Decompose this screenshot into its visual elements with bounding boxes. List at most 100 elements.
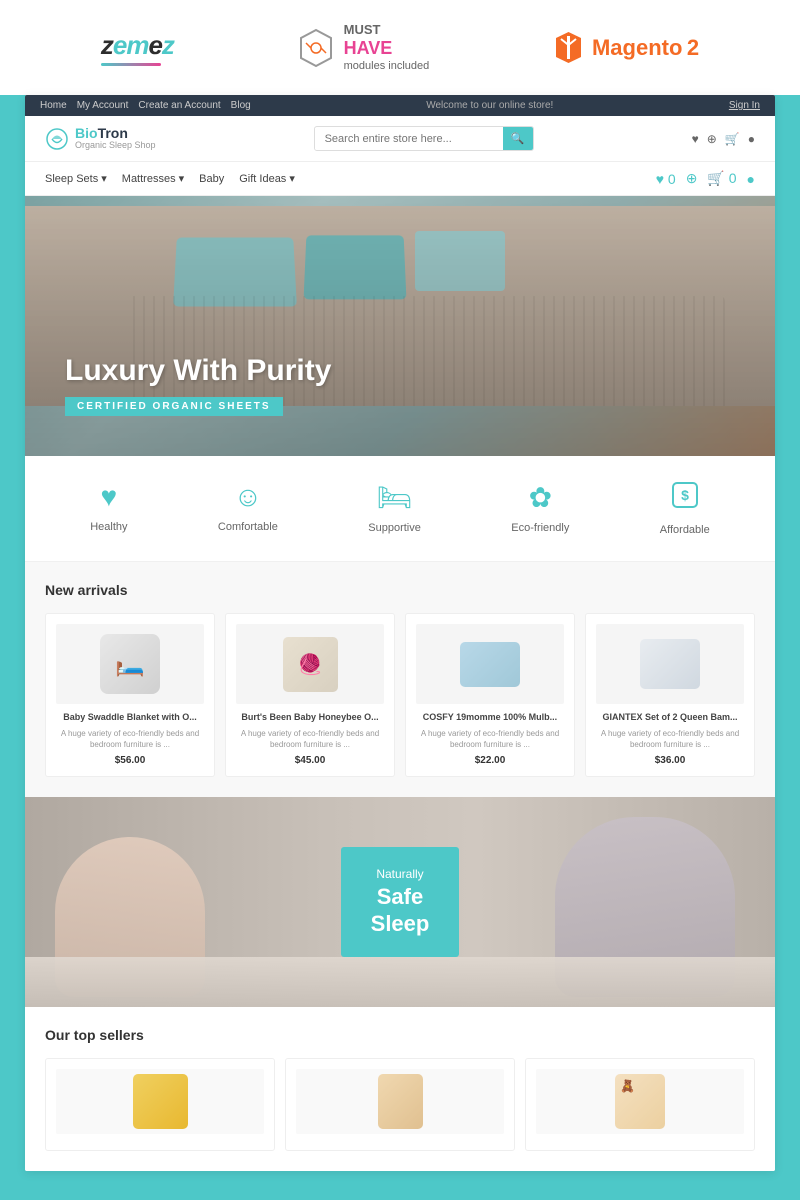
top-seller-2[interactable] [285, 1058, 515, 1151]
nav-my-account[interactable]: My Account [77, 100, 129, 111]
must-label: MUST [344, 22, 430, 38]
top-sellers-title: Our top sellers [45, 1027, 755, 1043]
top-seller-image-2 [296, 1069, 504, 1134]
hexagon-icon [296, 28, 336, 68]
must-have-badge: MUST HAVE modules included [296, 22, 430, 72]
feature-comfortable: ☺ Comfortable [218, 481, 278, 536]
feature-affordable-label: Affordable [660, 524, 710, 536]
top-sellers-section: Our top sellers [25, 1007, 775, 1171]
have-label: HAVE [344, 38, 430, 60]
nav-gift-ideas[interactable]: Gift Ideas ▾ [239, 172, 295, 185]
top-seller-image-1 [56, 1069, 264, 1134]
honeybee-image: 🧶 [283, 637, 338, 692]
feature-affordable: $ Affordable [660, 481, 710, 536]
sleep-text: Sleep [371, 911, 430, 936]
product-desc-3: A huge variety of eco-friendly beds and … [416, 728, 564, 750]
product-card-3[interactable]: COSFY 19momme 100% Mulb... A huge variet… [405, 613, 575, 777]
store-header: BioTron Organic Sleep Shop 🔍 ♥ ⊕ 🛒 ● [25, 116, 775, 162]
store-logo: BioTron Organic Sleep Shop [45, 126, 156, 151]
logo-sub: Organic Sleep Shop [75, 141, 156, 151]
toddler-product-image [378, 1074, 423, 1129]
flower-icon: ✿ [529, 481, 552, 514]
nav-mattresses[interactable]: Mattresses ▾ [122, 172, 184, 185]
comforter-image [640, 639, 700, 689]
nav-create-account[interactable]: Create an Account [138, 100, 220, 111]
store-container: Home My Account Create an Account Blog W… [25, 95, 775, 1171]
svg-text:$: $ [681, 487, 689, 503]
logo-name: BioTron [75, 126, 156, 141]
product-image-2: 🧶 [236, 624, 384, 704]
top-seller-image-3 [536, 1069, 744, 1134]
smile-icon: ☺ [234, 481, 263, 513]
nav-blog[interactable]: Blog [231, 100, 251, 111]
cart-icon[interactable]: 🛒 [725, 132, 740, 146]
heart-icon: ♥ [101, 481, 118, 513]
logo-icon [45, 127, 69, 151]
product-card-4[interactable]: GIANTEX Set of 2 Queen Bam... A huge var… [585, 613, 755, 777]
top-seller-3[interactable] [525, 1058, 755, 1151]
compare-icon[interactable]: ⊕ [707, 132, 717, 146]
product-image-3 [416, 624, 564, 704]
new-arrivals-title: New arrivals [45, 582, 755, 598]
top-nav-links: Home My Account Create an Account Blog [40, 100, 251, 111]
product-name-3: COSFY 19momme 100% Mulb... [416, 712, 564, 724]
zemes-underline [101, 63, 161, 66]
product-price-2: $45.00 [236, 755, 384, 766]
toddler2-product-image [615, 1074, 665, 1129]
nav-cart-icon[interactable]: 🛒 0 [707, 170, 736, 187]
logo-tron: Tron [98, 125, 128, 141]
safe-sleep-banner: Naturally Safe Sleep [25, 797, 775, 1007]
bed-icon: 🛏 [377, 481, 413, 514]
logo-bio: Bio [75, 125, 98, 141]
top-sellers-grid [45, 1058, 755, 1151]
pillow-blue-image [460, 642, 520, 687]
magento-version: 2 [687, 35, 699, 60]
feature-eco-friendly: ✿ Eco-friendly [511, 481, 569, 536]
search-button[interactable]: 🔍 [503, 127, 533, 150]
safe-sleep-title: Safe Sleep [371, 884, 430, 937]
search-input[interactable] [315, 128, 503, 150]
product-price-4: $36.00 [596, 755, 744, 766]
magento-badge: Magento 2 [551, 30, 699, 65]
sign-in-link[interactable]: Sign In [729, 100, 760, 111]
product-card-1[interactable]: Baby Swaddle Blanket with O... A huge va… [45, 613, 215, 777]
blanket-image [100, 634, 160, 694]
logo-text: BioTron Organic Sleep Shop [75, 126, 156, 151]
safe-sleep-box: Naturally Safe Sleep [341, 847, 460, 957]
nav-heart-icon[interactable]: ♥ 0 [656, 171, 676, 187]
nav-dot-icon: ● [747, 171, 755, 187]
welcome-message: Welcome to our online store! [426, 100, 553, 111]
product-name-2: Burt's Been Baby Honeybee O... [236, 712, 384, 724]
account-icon[interactable]: ● [748, 132, 755, 146]
safe-sleep-naturally: Naturally [371, 867, 430, 881]
hero-title: Luxury With Purity [65, 354, 331, 388]
product-desc-1: A huge variety of eco-friendly beds and … [56, 728, 204, 750]
nav-baby[interactable]: Baby [199, 173, 224, 185]
zemes-wordmark: zemez [101, 30, 174, 61]
new-arrivals-section: New arrivals Baby Swaddle Blanket with O… [25, 562, 775, 797]
mattress [25, 957, 775, 1007]
safe-text: Safe [377, 884, 423, 909]
feature-healthy-label: Healthy [90, 521, 127, 533]
nav-sleep-sets[interactable]: Sleep Sets ▾ [45, 172, 107, 185]
product-price-1: $56.00 [56, 755, 204, 766]
product-price-3: $22.00 [416, 755, 564, 766]
nav-home[interactable]: Home [40, 100, 67, 111]
feature-healthy: ♥ Healthy [90, 481, 127, 536]
magento-text: Magento 2 [592, 35, 699, 61]
feature-supportive: 🛏 Supportive [368, 481, 421, 536]
top-seller-1[interactable] [45, 1058, 275, 1151]
product-desc-4: A huge variety of eco-friendly beds and … [596, 728, 744, 750]
must-have-text: MUST HAVE modules included [344, 22, 430, 72]
modules-label: modules included [344, 60, 430, 73]
branding-bar: zemez MUST HAVE modules included Magento… [0, 0, 800, 95]
product-card-2[interactable]: 🧶 Burt's Been Baby Honeybee O... A huge … [225, 613, 395, 777]
yellow-product-image [133, 1074, 188, 1129]
product-image-1 [56, 624, 204, 704]
hero-bg [25, 196, 775, 456]
products-grid: Baby Swaddle Blanket with O... A huge va… [45, 613, 755, 777]
product-name-4: GIANTEX Set of 2 Queen Bam... [596, 712, 744, 724]
wishlist-icon[interactable]: ♥ [692, 132, 699, 146]
search-bar[interactable]: 🔍 [314, 126, 534, 151]
nav-compare-icon[interactable]: ⊕ [686, 170, 698, 187]
